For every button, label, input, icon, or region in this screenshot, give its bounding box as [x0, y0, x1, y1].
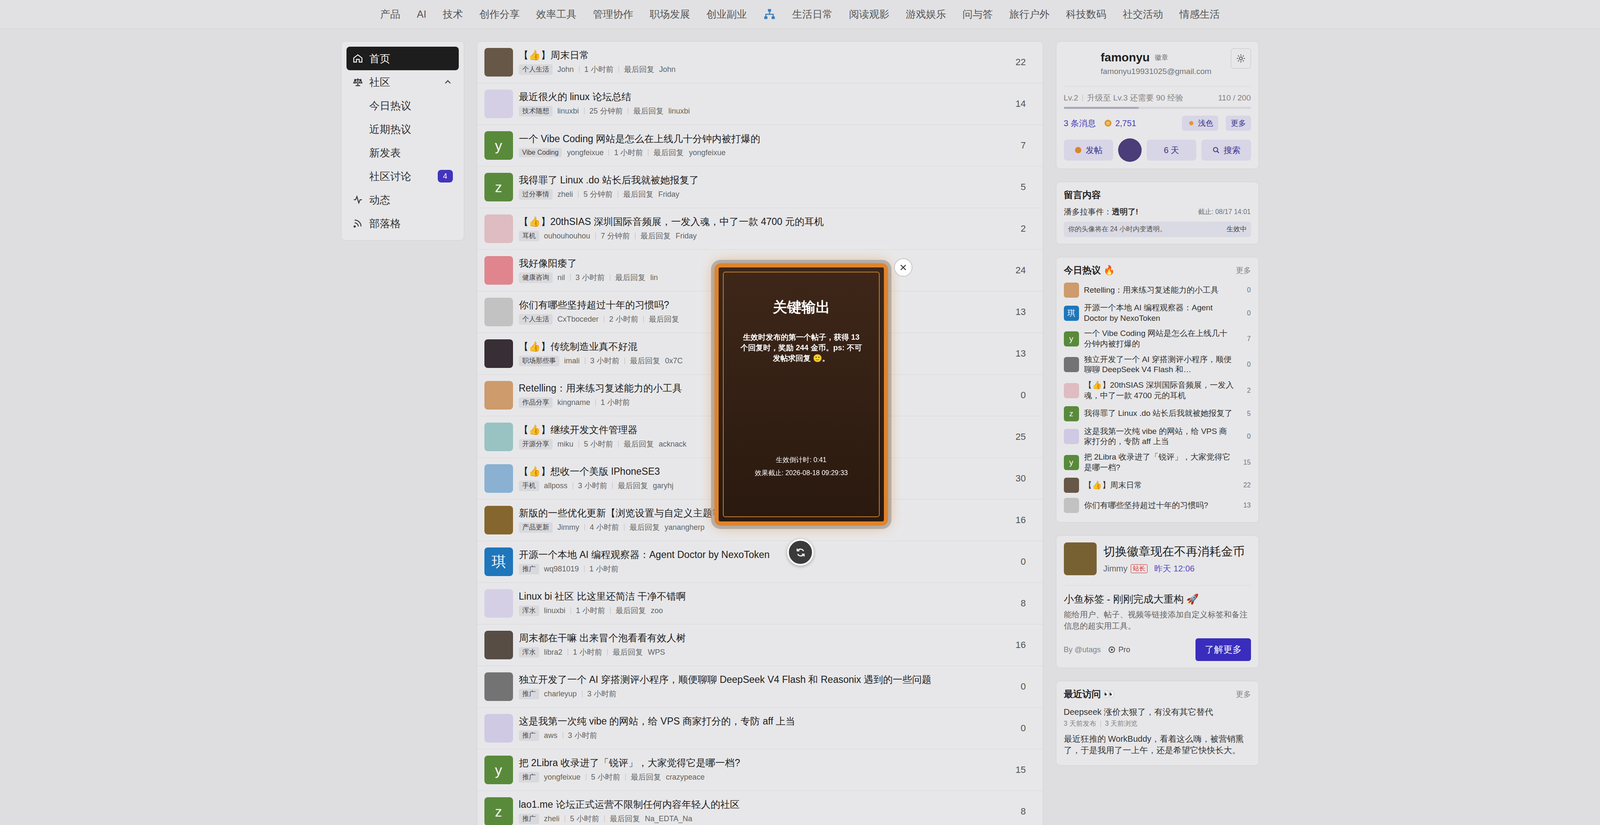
effect-modal: 关键输出 生效时发布的第一个帖子，获得 13 个回复时，奖励 244 金币。ps… — [714, 263, 889, 526]
countdown: 生效倒计时: 0:41 — [775, 453, 827, 467]
modal-title: 关键输出 — [772, 297, 831, 318]
refresh-button[interactable] — [787, 539, 814, 566]
deadline: 效果截止: 2026-08-18 09:29:33 — [754, 466, 848, 480]
refresh-icon — [794, 546, 807, 559]
close-button[interactable]: × — [893, 258, 913, 277]
modal-content: 关键输出 生效时发布的第一个帖子，获得 13 个回复时，奖励 244 金币。ps… — [718, 267, 884, 522]
modal-body: 生效时发布的第一个帖子，获得 13 个回复时，奖励 244 金币。ps: 不可发… — [738, 332, 865, 365]
forum-page: 产品AI技术创作分享效率工具管理协作职场发展创业副业生活日常阅读观影游戏娱乐问与… — [0, 0, 1600, 825]
